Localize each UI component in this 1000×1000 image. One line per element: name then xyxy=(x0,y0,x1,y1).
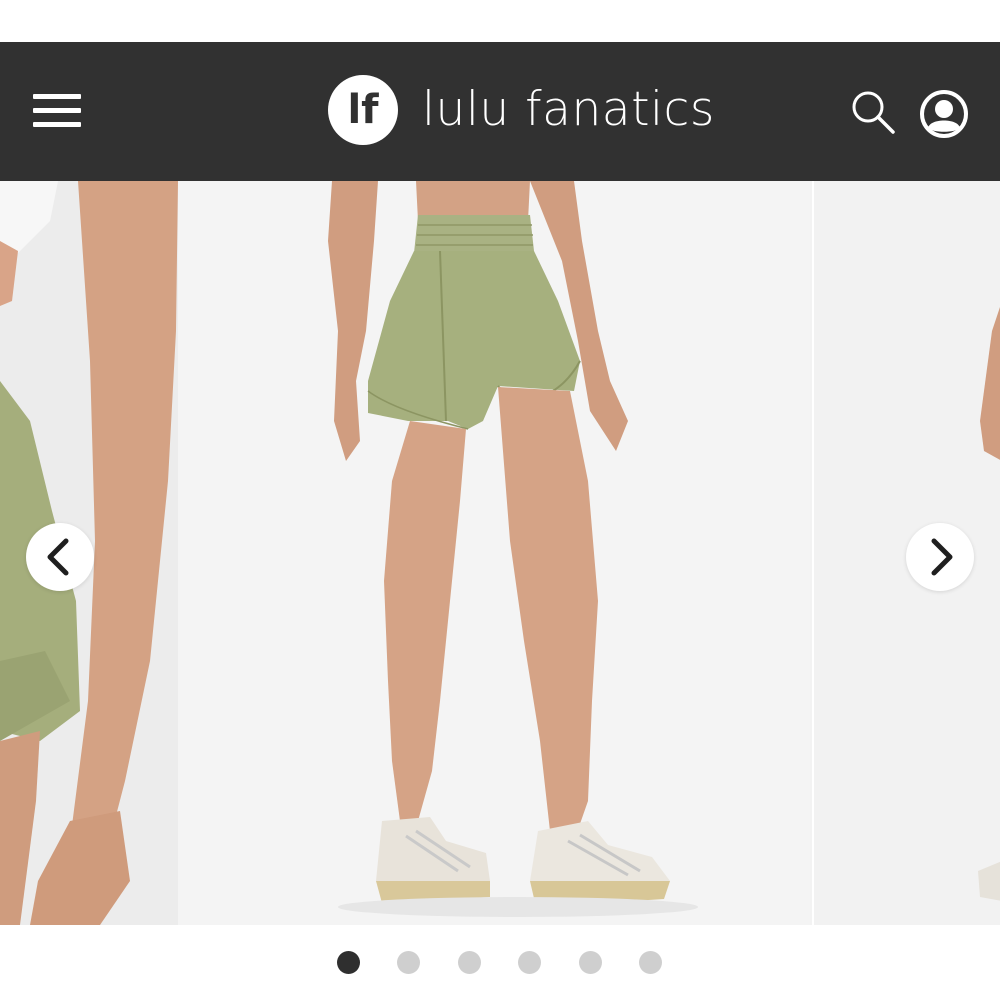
account-button[interactable] xyxy=(918,88,970,140)
pagination-dot-2[interactable] xyxy=(397,951,420,974)
gallery-slide-current xyxy=(178,181,810,925)
hamburger-menu-icon xyxy=(33,94,81,99)
product-image-gallery[interactable] xyxy=(0,181,1000,925)
chevron-right-icon xyxy=(931,538,953,576)
pagination-dot-3[interactable] xyxy=(458,951,481,974)
pagination-dot-6[interactable] xyxy=(639,951,662,974)
brand-name[interactable]: lulu fanatics xyxy=(422,80,715,140)
pagination-dot-5[interactable] xyxy=(579,951,602,974)
search-icon xyxy=(852,91,895,134)
search-button[interactable] xyxy=(849,88,897,136)
next-image-button[interactable] xyxy=(906,523,974,591)
previous-image-button[interactable] xyxy=(26,523,94,591)
menu-button[interactable] xyxy=(33,94,81,128)
pagination-dot-1[interactable] xyxy=(337,951,360,974)
logo-icon[interactable]: lf xyxy=(328,75,398,145)
svg-text:lf: lf xyxy=(347,87,379,133)
site-header: lf lulu fanatics xyxy=(0,42,1000,181)
pagination-dot-4[interactable] xyxy=(518,951,541,974)
chevron-left-icon xyxy=(47,538,69,576)
product-photo-back xyxy=(178,181,810,925)
account-icon xyxy=(920,90,968,138)
